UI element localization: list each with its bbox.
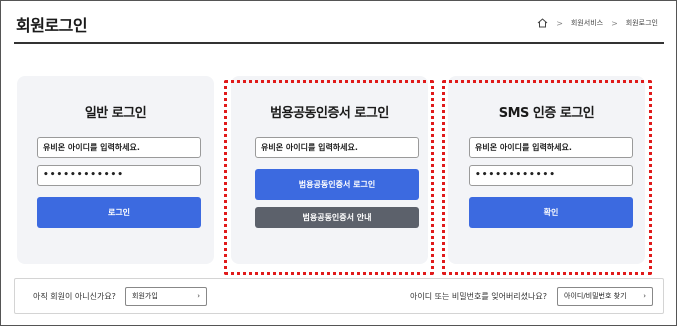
highlight-box-certificate xyxy=(224,80,434,275)
not-member-text: 아직 회원이 아니신가요? xyxy=(33,292,116,301)
find-account-label: 아이디/비밀번호 찾기 xyxy=(564,292,627,300)
breadcrumb-separator: > xyxy=(556,18,563,28)
general-password-input[interactable]: •••••••••••• xyxy=(37,165,201,186)
general-id-input[interactable]: 유비온 아이디를 입력하세요. xyxy=(37,137,201,158)
breadcrumb-separator: > xyxy=(611,18,618,28)
highlight-box-sms xyxy=(442,80,652,275)
home-icon[interactable] xyxy=(537,18,548,28)
general-login-title: 일반 로그인 xyxy=(84,106,147,121)
breadcrumb: > 회원서비스 > 회원로그인 xyxy=(537,18,658,28)
chevron-right-icon: › xyxy=(643,292,646,300)
forgot-text: 아이디 또는 비밀번호를 잊어버리셨나요? xyxy=(410,292,547,301)
breadcrumb-item-member-login[interactable]: 회원로그인 xyxy=(626,18,658,28)
page-title: 회원로그인 xyxy=(16,16,88,35)
general-login-card: 일반 로그인 유비온 아이디를 입력하세요. •••••••••••• 로그인 xyxy=(17,76,214,264)
chevron-right-icon: › xyxy=(197,292,200,300)
join-button[interactable]: 회원가입 › xyxy=(125,287,207,306)
page-header: 회원로그인 > 회원서비스 > 회원로그인 xyxy=(14,0,664,44)
join-label: 회원가입 xyxy=(132,292,158,300)
general-login-button[interactable]: 로그인 xyxy=(37,197,201,228)
breadcrumb-item-member-service[interactable]: 회원서비스 xyxy=(571,18,603,28)
footer-bar: 아직 회원이 아니신가요? 회원가입 › 아이디 또는 비밀번호를 잊어버리셨나… xyxy=(14,278,664,314)
find-account-button[interactable]: 아이디/비밀번호 찾기 › xyxy=(557,287,653,306)
